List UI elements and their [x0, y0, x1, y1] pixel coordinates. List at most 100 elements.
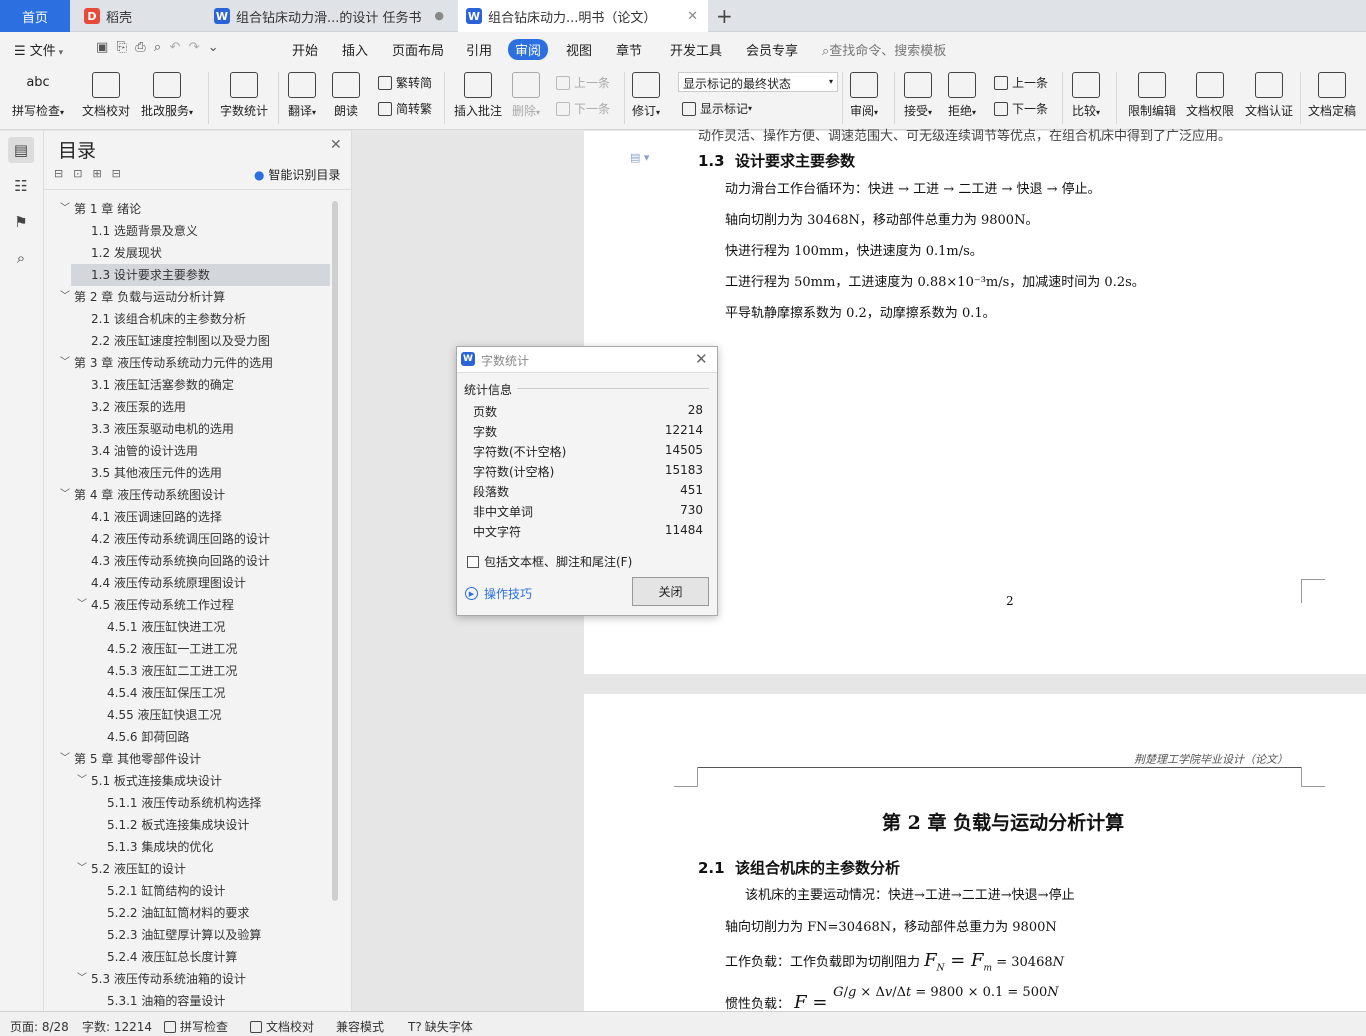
file-menu[interactable]: ☰ 文件 ▾ — [14, 40, 63, 59]
toc-item[interactable]: 4.55 液压缸快退工况 — [44, 704, 330, 726]
tab-daoke[interactable]: D 稻壳 — [76, 0, 200, 32]
toc-panel-icon[interactable]: ▤ — [8, 137, 34, 163]
menu-reference[interactable]: 引用 — [466, 40, 492, 59]
menu-layout[interactable]: 页面布局 — [392, 40, 444, 59]
collapse-all-icon[interactable]: ⊟ — [54, 167, 73, 180]
close-icon[interactable]: ✕ — [687, 9, 698, 24]
doc-permission-button[interactable]: 文档权限 — [1186, 72, 1234, 119]
undo-icon[interactable]: ↶ — [169, 40, 180, 55]
toc-item[interactable]: ﹀ 第 4 章 液压传动系统图设计 — [44, 484, 330, 506]
toc-item[interactable]: 3.3 液压泵驱动电机的选用 — [44, 418, 330, 440]
next-change-button[interactable]: 下一条 — [994, 100, 1048, 117]
translate-button[interactable]: 翻译▾ — [288, 72, 316, 119]
show-markup-button[interactable]: 显示标记 ▾ — [682, 100, 752, 117]
include-textbox-checkbox[interactable]: 包括文本框、脚注和尾注(F) — [467, 553, 632, 570]
expand-all-icon[interactable]: ⊡ — [73, 167, 92, 180]
toc-item[interactable]: ﹀ 5.3 液压传动系统油箱的设计 — [44, 968, 330, 990]
redo-icon[interactable]: ↷ — [189, 40, 200, 55]
save-icon[interactable]: ▣ — [96, 40, 108, 55]
remove-item-icon[interactable]: ⊟ — [112, 167, 131, 180]
dialog-titlebar[interactable]: W 字数统计 ✕ — [457, 347, 717, 373]
toc-item[interactable]: 5.2.3 油缸壁厚计算以及验算 — [44, 924, 330, 946]
toc-item[interactable]: 4.1 液压调速回路的选择 — [44, 506, 330, 528]
chevron-down-icon[interactable]: ﹀ — [77, 858, 87, 880]
chevron-down-icon[interactable]: ﹀ — [60, 352, 70, 374]
toc-item[interactable]: 2.1 该组合机床的主参数分析 — [44, 308, 330, 330]
menu-insert[interactable]: 插入 — [342, 40, 368, 59]
bookmark-icon[interactable]: ⚑ — [8, 209, 34, 235]
toc-item[interactable]: 5.2.1 缸筒结构的设计 — [44, 880, 330, 902]
menu-member[interactable]: 会员专享 — [746, 40, 798, 59]
read-aloud-button[interactable]: 朗读 — [332, 72, 360, 119]
toc-item[interactable]: 5.2.4 液压缸总长度计算 — [44, 946, 330, 968]
smart-toc-button[interactable]: ● 智能识别目录 — [254, 166, 340, 183]
toc-item[interactable]: 4.5.6 卸荷回路 — [44, 726, 330, 748]
toc-item[interactable]: ﹀ 第 1 章 绪论 — [44, 198, 330, 220]
next-comment-button[interactable]: 下一条 — [556, 100, 610, 117]
tab-doc2[interactable]: W 组合钻床动力...明书（论文） ✕ — [458, 0, 708, 32]
toc-item[interactable]: 4.4 液压传动系统原理图设计 — [44, 572, 330, 594]
search-icon[interactable]: ⌕ — [8, 245, 34, 271]
toc-item[interactable]: 5.1.3 集成块的优化 — [44, 836, 330, 858]
toc-item[interactable]: 4.2 液压传动系统调压回路的设计 — [44, 528, 330, 550]
toc-item[interactable]: 3.4 油管的设计选用 — [44, 440, 330, 462]
prev-comment-button[interactable]: 上一条 — [556, 74, 610, 91]
toc-item[interactable]: 5.2.2 油缸缸筒材料的要求 — [44, 902, 330, 924]
toc-item[interactable]: ﹀ 5.2 液压缸的设计 — [44, 858, 330, 880]
toc-item[interactable]: 5.3.1 油箱的容量设计 — [44, 990, 330, 1008]
compare-button[interactable]: 比较▾ — [1072, 72, 1100, 119]
add-item-icon[interactable]: ⊞ — [92, 167, 111, 180]
toc-item[interactable]: ﹀ 第 2 章 负载与运动分析计算 — [44, 286, 330, 308]
tab-home[interactable]: 首页 — [0, 0, 70, 32]
menu-devtools[interactable]: 开发工具 — [670, 40, 722, 59]
chevron-down-icon[interactable]: ﹀ — [60, 748, 70, 770]
word-count-button[interactable]: 字数统计 — [220, 72, 268, 119]
annotate-service-button[interactable]: 批改服务▾ — [141, 72, 193, 119]
toc-item[interactable]: 5.1.2 板式连接集成块设计 — [44, 814, 330, 836]
toc-item[interactable]: ﹀ 第 5 章 其他零部件设计 — [44, 748, 330, 770]
print-preview-icon[interactable]: ⌕ — [154, 40, 161, 55]
new-tab-button[interactable]: + — [716, 4, 733, 28]
toc-item[interactable]: 4.5.2 液压缸一工进工况 — [44, 638, 330, 660]
missing-font-status[interactable]: T? 缺失字体 — [408, 1018, 473, 1035]
insert-comment-button[interactable]: 插入批注 — [454, 72, 502, 119]
page-indicator[interactable]: 页面: 8/28 — [10, 1018, 69, 1035]
tips-link[interactable]: ▶ 操作技巧 — [465, 585, 532, 602]
toc-item[interactable]: 4.5.4 液压缸保压工况 — [44, 682, 330, 704]
nav-pane-icon[interactable]: ☷ — [8, 173, 34, 199]
tab-close-dot-icon[interactable]: ● — [434, 9, 444, 22]
spellcheck-button[interactable]: abc 拼写检查▾ — [12, 72, 64, 119]
toc-item[interactable]: 4.5.3 液压缸二工进工况 — [44, 660, 330, 682]
toc-item[interactable]: 5.1.1 液压传动系统机构选择 — [44, 792, 330, 814]
simp-to-trad-button[interactable]: 简转繁 — [378, 100, 432, 117]
close-icon[interactable]: ✕ — [695, 350, 708, 368]
toc-item[interactable]: ﹀ 4.5 液压传动系统工作过程 — [44, 594, 330, 616]
trad-to-simp-button[interactable]: 繁转简 — [378, 74, 432, 91]
toc-item[interactable]: 1.1 选题背景及意义 — [44, 220, 330, 242]
close-button[interactable]: 关闭 — [632, 577, 709, 606]
doc-cert-button[interactable]: 文档认证 — [1245, 72, 1293, 119]
word-count-status[interactable]: 字数: 12214 — [82, 1018, 152, 1035]
prev-change-button[interactable]: 上一条 — [994, 74, 1048, 91]
review-pane-button[interactable]: 审阅▾ — [850, 72, 878, 119]
chevron-down-icon[interactable]: ﹀ — [77, 594, 87, 616]
toc-item[interactable]: 4.5.1 液压缸快进工况 — [44, 616, 330, 638]
menu-view[interactable]: 视图 — [566, 40, 592, 59]
tab-doc1[interactable]: W 组合钻床动力滑...的设计 任务书 ● — [206, 0, 454, 32]
close-icon[interactable]: ✕ — [330, 137, 342, 153]
menu-chapter[interactable]: 章节 — [616, 40, 642, 59]
export-icon[interactable]: ⎘ — [117, 40, 127, 55]
track-changes-button[interactable]: 修订▾ — [632, 72, 660, 119]
toc-scrollbar[interactable] — [332, 201, 338, 901]
chevron-down-icon[interactable]: ﹀ — [60, 484, 70, 506]
toc-item[interactable]: 1.3 设计要求主要参数 — [71, 264, 330, 286]
toc-item[interactable]: 2.2 液压缸速度控制图以及受力图 — [44, 330, 330, 352]
delete-comment-button[interactable]: 删除▾ — [512, 72, 540, 119]
command-search[interactable]: ⌕查找命令、搜索模板 — [822, 40, 946, 59]
toc-item[interactable]: ﹀ 5.1 板式连接集成块设计 — [44, 770, 330, 792]
markup-mode-select[interactable]: 显示标记的最终状态 ▾ — [678, 72, 838, 92]
chevron-down-icon[interactable]: ﹀ — [77, 770, 87, 792]
chevron-down-icon[interactable]: ﹀ — [77, 968, 87, 990]
toc-item[interactable]: ﹀ 第 3 章 液压传动系统动力元件的选用 — [44, 352, 330, 374]
toc-item[interactable]: 3.2 液压泵的选用 — [44, 396, 330, 418]
